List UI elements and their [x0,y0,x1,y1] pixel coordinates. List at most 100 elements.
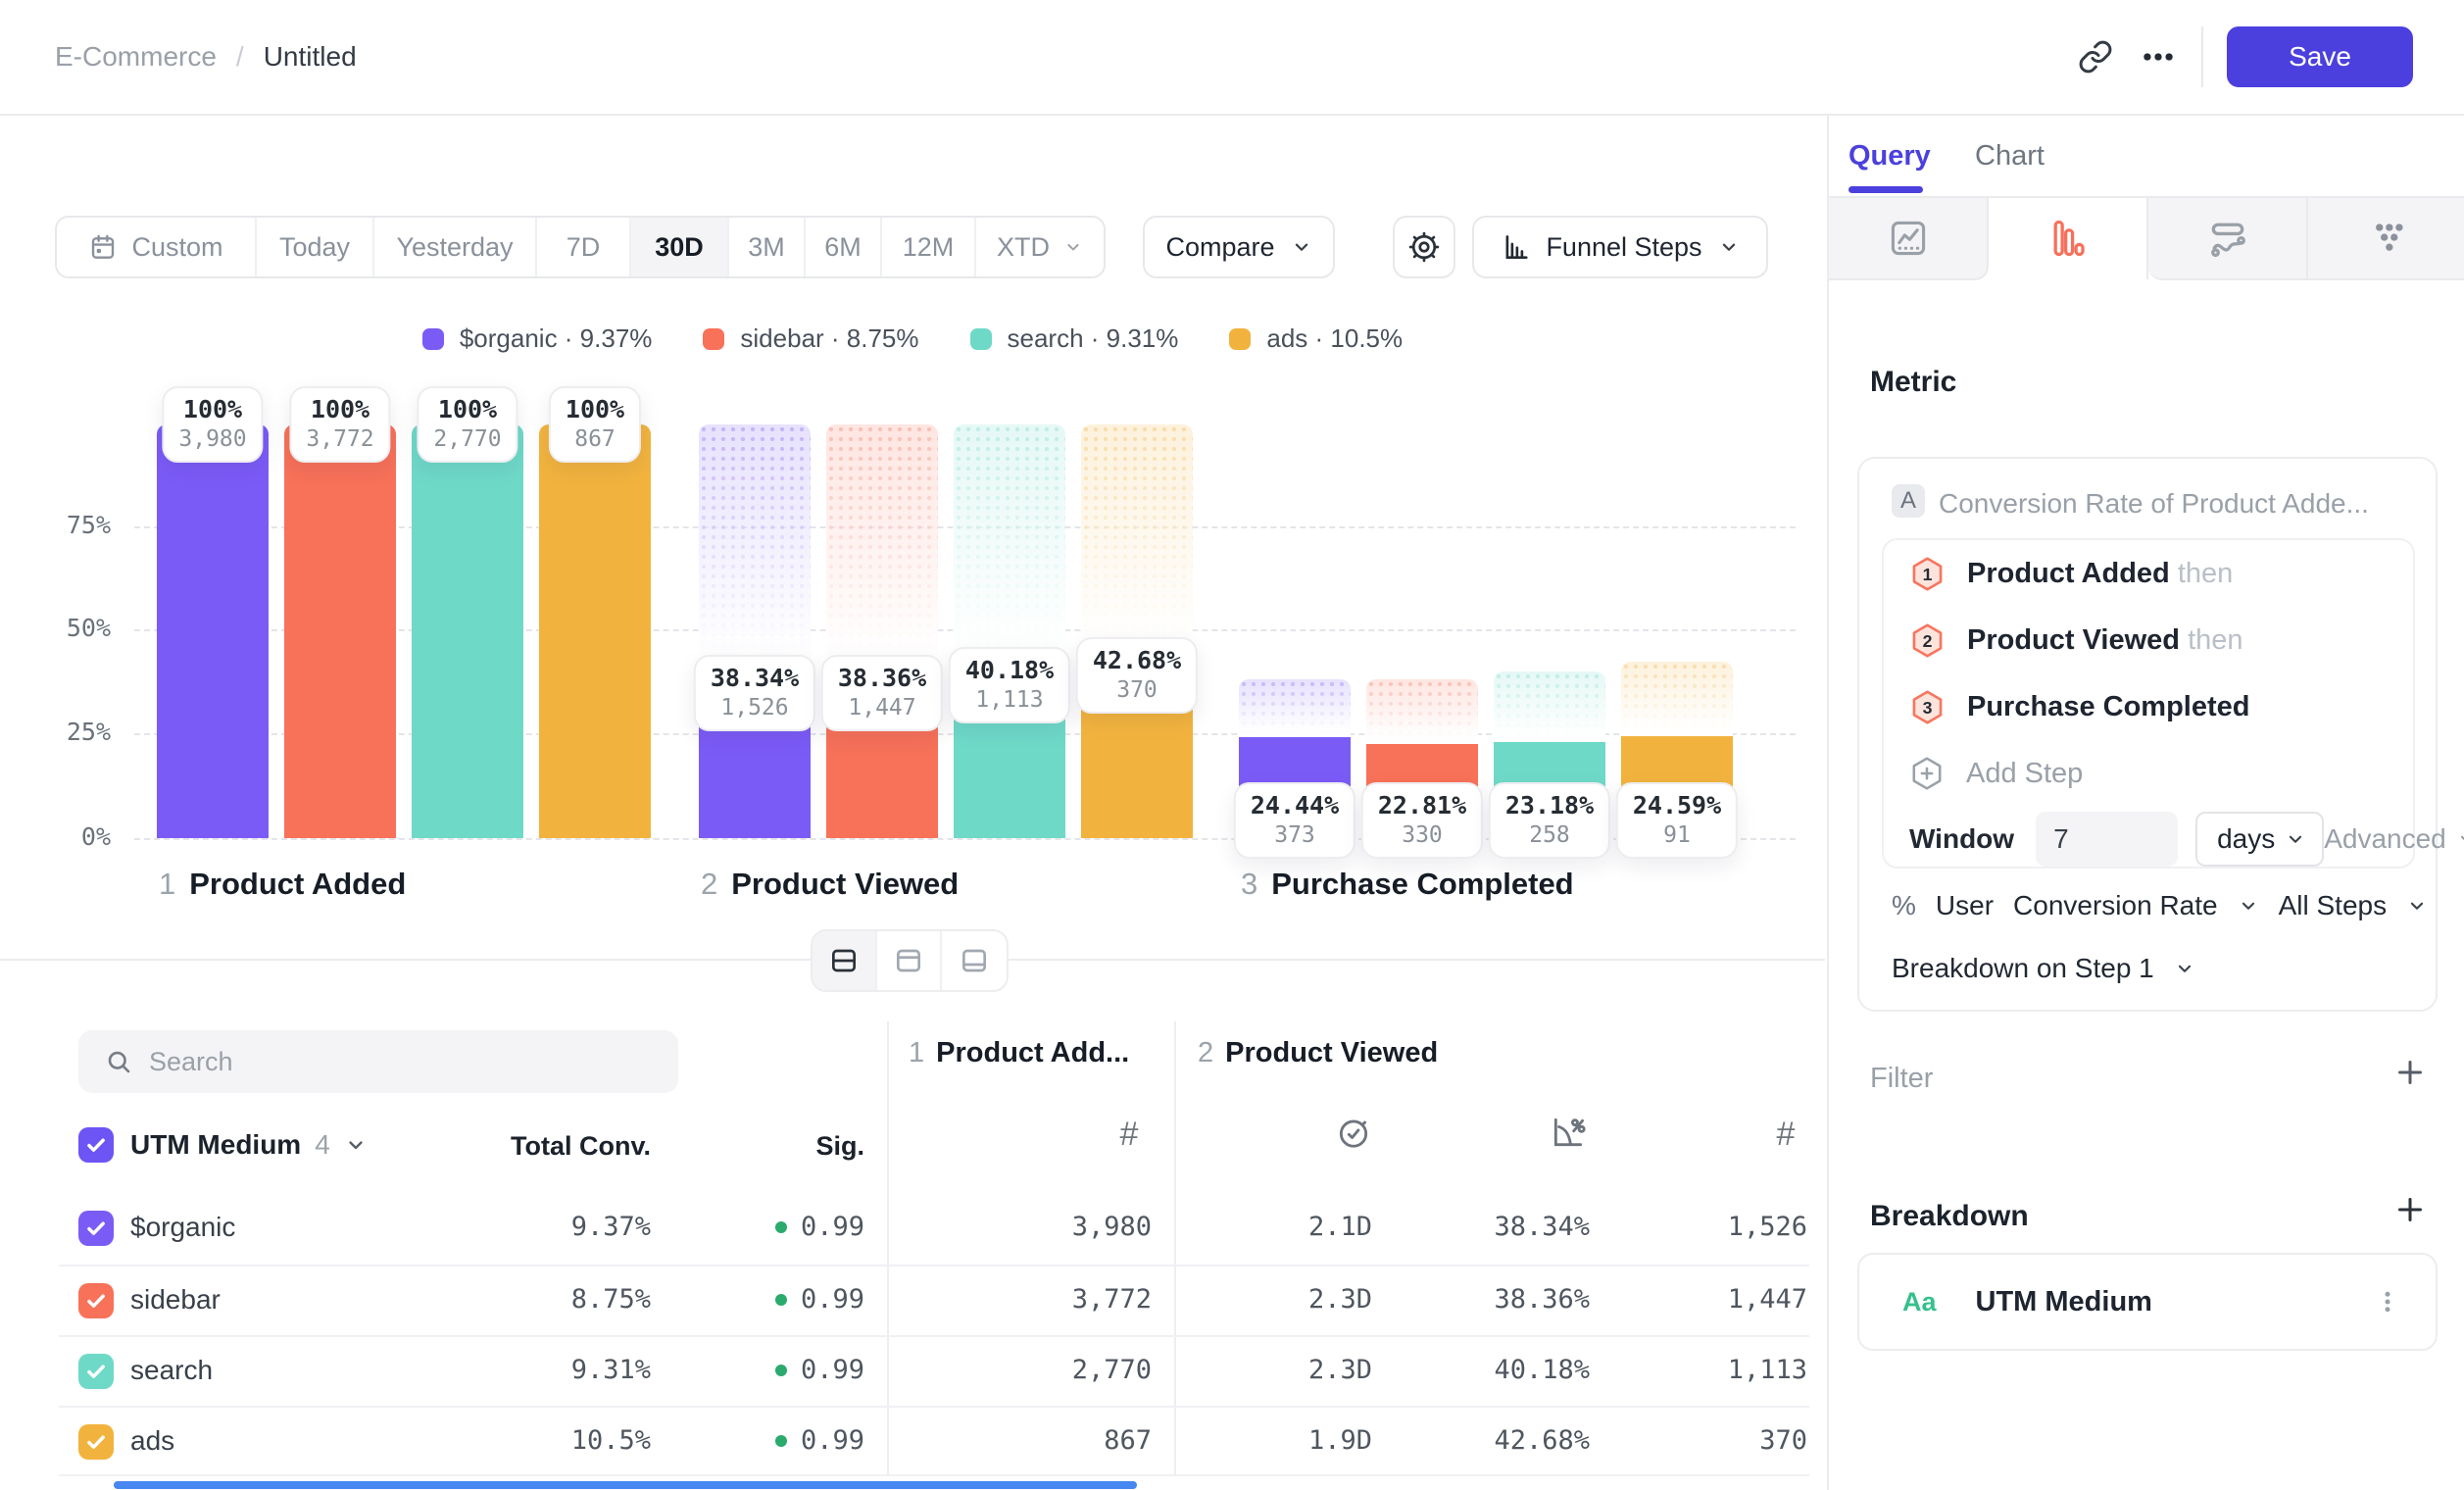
sig-value: 0.99 [698,1284,864,1315]
funnel-bar[interactable] [412,424,523,838]
funnel-bar[interactable] [539,424,651,838]
funnel-bar-ghost [1239,679,1351,737]
breakdown-item-label: UTM Medium [1976,1286,2373,1318]
metric-step-name: Product Viewed [1967,624,2180,656]
measure-metric-select[interactable]: Conversion Rate [2013,890,2218,921]
metric-step-2[interactable]: 2Product Viewed then [1909,622,2243,659]
filter-heading: Filter [1870,1063,1933,1095]
save-button[interactable]: Save [2227,26,2413,87]
measure-scope-select[interactable]: All Steps [2279,890,2388,921]
chevron-down-icon [2406,895,2428,917]
bar-pct-label: 100% [433,395,501,423]
row-checkbox[interactable] [78,1424,114,1460]
funnel-chart: 75%50%25%0%100% 3,980100% 3,772100% 2,77… [0,0,1825,980]
row-checkbox[interactable] [78,1283,114,1318]
kebab-menu-icon[interactable] [2373,1287,2402,1316]
metric-title[interactable]: Conversion Rate of Product Adde... [1939,488,2369,520]
step2-conv-value: 38.36% [1413,1284,1590,1315]
funnel-bar-ghost [826,424,938,679]
bar-value-label: 100% 867 [549,386,641,463]
metric-heading: Metric [1870,366,1956,399]
step2-conv-value: 38.34% [1413,1212,1590,1242]
funnel-bar-ghost [1366,679,1478,744]
count-column-icon[interactable]: # [1100,1116,1158,1154]
bar-pct-label: 38.34% [711,664,799,692]
layout-table-only-button[interactable] [942,931,1007,990]
step-number: 1 [159,867,175,902]
y-axis-tick: 50% [20,614,111,642]
row-label: $organic [130,1212,235,1243]
step2-time-value: 2.1D [1215,1212,1372,1242]
chart-type-funnel-button[interactable] [1989,198,2148,280]
sig-column-header[interactable]: Sig. [747,1131,864,1162]
sig-value: 0.99 [698,1212,864,1242]
bar-pct-label: 23.18% [1505,791,1594,820]
chart-type-grid-button[interactable] [2308,198,2464,280]
time-to-convert-icon[interactable] [1335,1114,1372,1151]
search-icon [104,1047,133,1076]
bar-count-label: 3,980 [178,426,246,452]
chart-type-line-button[interactable] [1829,198,1989,280]
step-name: Product Viewed [731,867,959,902]
add-breakdown-button[interactable] [2392,1192,2428,1230]
funnel-bar[interactable] [284,424,396,838]
table-row[interactable]: ads10.5% 0.998671.9D42.68%370 [59,1406,1809,1476]
row-checkbox[interactable] [78,1211,114,1246]
bar-value-label: 100% 3,772 [289,386,390,463]
funnel-bar[interactable] [157,424,269,838]
bar-value-label: 38.36% 1,447 [821,655,943,731]
bar-count-label: 91 [1633,822,1721,848]
sig-dot-icon [775,1221,787,1233]
metric-step-3[interactable]: 3Purchase Completed [1909,689,2249,725]
breakdown-on-label: Breakdown on Step 1 [1892,953,2154,984]
percent-icon: % [1892,890,1916,921]
table-row[interactable]: sidebar8.75% 0.993,7722.3D38.36%1,447 [59,1265,1809,1335]
bar-pct-label: 22.81% [1378,791,1466,820]
active-tab-underline [1848,186,1923,193]
chart-type-flow-button[interactable] [2148,198,2308,280]
breakdown-group-header[interactable]: UTM Medium 4 [130,1129,368,1161]
step2-count-value: 370 [1621,1425,1807,1456]
layout-chart-only-button[interactable] [877,931,942,990]
metric-step-1[interactable]: 1Product Added then [1909,556,2233,592]
select-all-checkbox[interactable] [78,1127,114,1163]
step1-count-value: 3,772 [965,1284,1152,1315]
bar-value-label: 24.44% 373 [1234,782,1355,859]
window-unit-select[interactable]: days [2195,812,2324,867]
add-filter-button[interactable] [2392,1055,2428,1093]
search-input[interactable] [149,1030,659,1093]
y-axis-tick: 25% [20,718,111,746]
row-checkbox[interactable] [78,1354,114,1389]
breakdown-on-step-select[interactable]: Breakdown on Step 1 [1892,953,2195,984]
chart-type-strip [1829,196,2464,280]
line-chart-icon [1887,217,1930,260]
more-options-button[interactable] [2127,25,2190,88]
funnel-step-label: 3 Purchase Completed [1241,867,1574,902]
window-value-input[interactable] [2036,812,2178,867]
step2-time-value: 2.3D [1215,1284,1372,1315]
metric-card: A Conversion Rate of Product Adde... 1Pr… [1857,457,2438,1012]
measure-entity[interactable]: User [1936,890,1994,921]
horizontal-scrollbar[interactable] [114,1481,1137,1489]
table-row[interactable]: $organic9.37% 0.993,9802.1D38.34%1,526 [59,1194,1809,1265]
conversion-rate-column-icon[interactable] [1550,1114,1587,1151]
table-row[interactable]: search9.31% 0.992,7702.3D40.18%1,113 [59,1335,1809,1406]
share-link-button[interactable] [2064,25,2127,88]
bar-count-label: 2,770 [433,426,501,452]
add-step-label: Add Step [1966,758,2083,790]
layout-split-icon [828,945,860,976]
add-step-button[interactable]: Add Step [1909,756,2083,791]
breakdown-heading: Breakdown [1870,1200,2029,1233]
bar-count-label: 1,113 [965,687,1054,713]
total-conv-column-header[interactable]: Total Conv. [455,1131,651,1162]
breakdown-item[interactable]: Aa UTM Medium [1857,1253,2438,1351]
layout-split-button[interactable] [813,931,877,990]
sig-value: 0.99 [698,1425,864,1456]
bar-value-label: 38.34% 1,526 [694,655,815,731]
conversion-window-row: Window days Advanced [1909,812,2393,867]
tab-query[interactable]: Query [1848,140,1931,173]
count-column-icon[interactable]: # [1756,1116,1815,1154]
tab-chart[interactable]: Chart [1975,140,2045,173]
bar-count-label: 1,447 [838,695,926,720]
advanced-toggle[interactable]: Advanced [2324,823,2464,855]
